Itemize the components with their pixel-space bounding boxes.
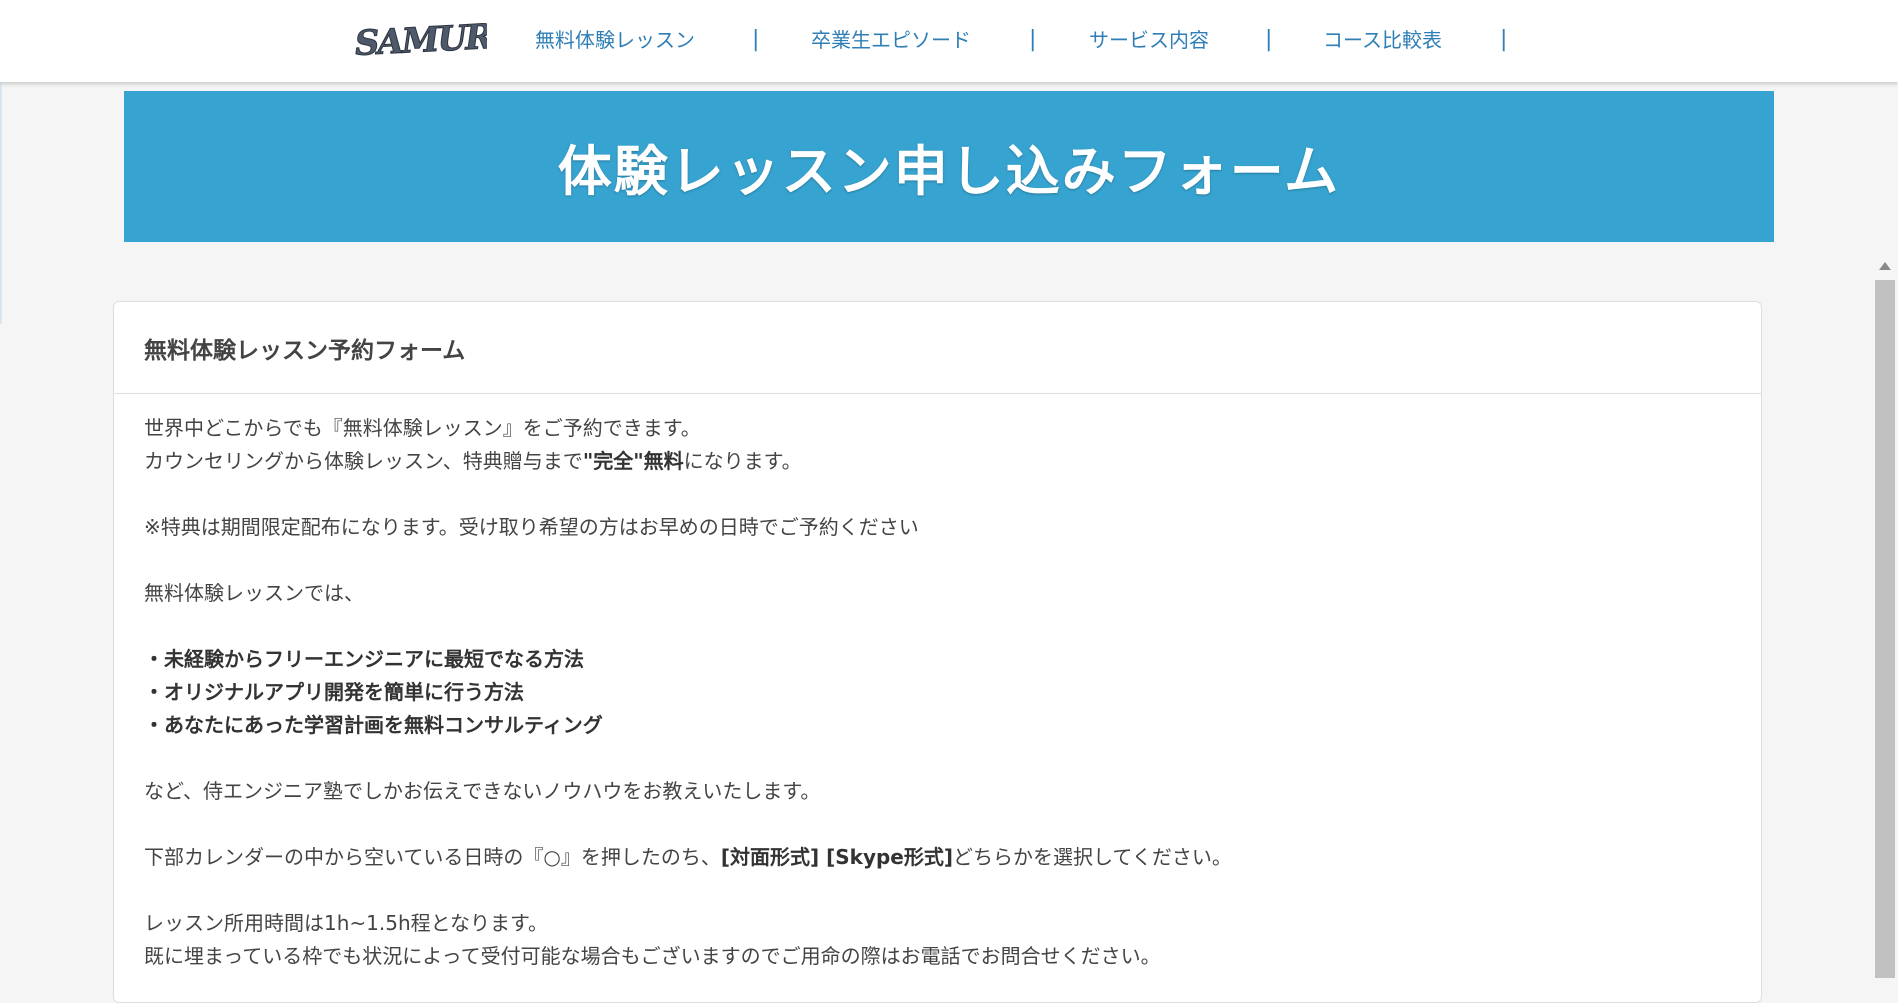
vertical-scrollbar[interactable] <box>1874 258 1896 978</box>
nav-free-lesson[interactable]: 無料体験レッスン <box>535 25 695 55</box>
completely-free-emphasis: "完全"無料 <box>582 449 684 473</box>
nav-graduate-episodes[interactable]: 卒業生エピソード <box>811 25 971 55</box>
nav-course-comparison[interactable]: コース比較表 <box>1323 25 1442 55</box>
card-body: 世界中どこからでも『無料体験レッスン』をご予約できます。 カウンセリングから体験… <box>114 394 1761 973</box>
reservation-form-card: 無料体験レッスン予約フォーム 世界中どこからでも『無料体験レッスン』をご予約でき… <box>113 301 1762 1003</box>
scroll-up-arrow-icon[interactable] <box>1879 262 1891 270</box>
samurai-logo[interactable]: SAMURAI <box>353 14 487 66</box>
text-segment: カウンセリングから体験レッスン、特典贈与まで <box>144 449 583 473</box>
top-navigation-bar: SAMURAI 無料体験レッスン | 卒業生エピソード | サービス内容 | コ… <box>0 0 1898 82</box>
bullet-item: ・未経験からフリーエンジニアに最短でなる方法 <box>144 647 584 671</box>
calendar-instruction-line: 下部カレンダーの中から空いている日時の『○』を押したのち、[対面形式] [Sky… <box>144 841 1731 874</box>
intro-line: 世界中どこからでも『無料体験レッスン』をご予約できます。 <box>144 416 701 440</box>
banner-title: 体験レッスン申し込みフォーム <box>557 140 1341 203</box>
bonus-notice-line: ※特典は期間限定配布になります。受け取り希望の方はお早めの日時でご予約ください <box>144 515 919 539</box>
knowhow-line: など、侍エンジニア塾でしかお伝えできないノウハウをお教えいたします。 <box>144 779 821 803</box>
format-options-emphasis: [対面形式] [Skype形式] <box>720 845 954 869</box>
left-frame-edge <box>0 82 2 324</box>
lesson-intro-line: 無料体験レッスンでは、 <box>144 581 364 605</box>
nav-separator: | <box>1029 27 1037 52</box>
bullet-item: ・あなたにあった学習計画を無料コンサルティング <box>144 713 603 737</box>
text-segment: になります。 <box>683 449 802 473</box>
nav-separator: | <box>1500 27 1508 52</box>
nav-separator: | <box>1265 27 1273 52</box>
free-notice-line: カウンセリングから体験レッスン、特典贈与まで"完全"無料になります。 <box>144 445 1731 478</box>
nav-services[interactable]: サービス内容 <box>1089 25 1209 55</box>
card-header: 無料体験レッスン予約フォーム <box>114 302 1761 394</box>
svg-text:SAMURAI: SAMURAI <box>354 15 487 64</box>
phone-inquiry-line: 既に埋まっている枠でも状況によって受付可能な場合もございますのでご用命の際はお電… <box>144 944 1161 968</box>
card-title: 無料体験レッスン予約フォーム <box>144 337 466 364</box>
duration-line: レッスン所用時間は1h~1.5h程となります。 <box>144 911 549 935</box>
text-segment: 下部カレンダーの中から空いている日時の『○』を押したのち、 <box>144 845 721 869</box>
nav-separator: | <box>752 27 760 52</box>
bullet-item: ・オリジナルアプリ開発を簡単に行う方法 <box>144 680 524 704</box>
scrollbar-thumb[interactable] <box>1875 280 1895 978</box>
banner: 体験レッスン申し込みフォーム <box>124 91 1774 242</box>
text-segment: どちらかを選択してください。 <box>953 845 1232 869</box>
